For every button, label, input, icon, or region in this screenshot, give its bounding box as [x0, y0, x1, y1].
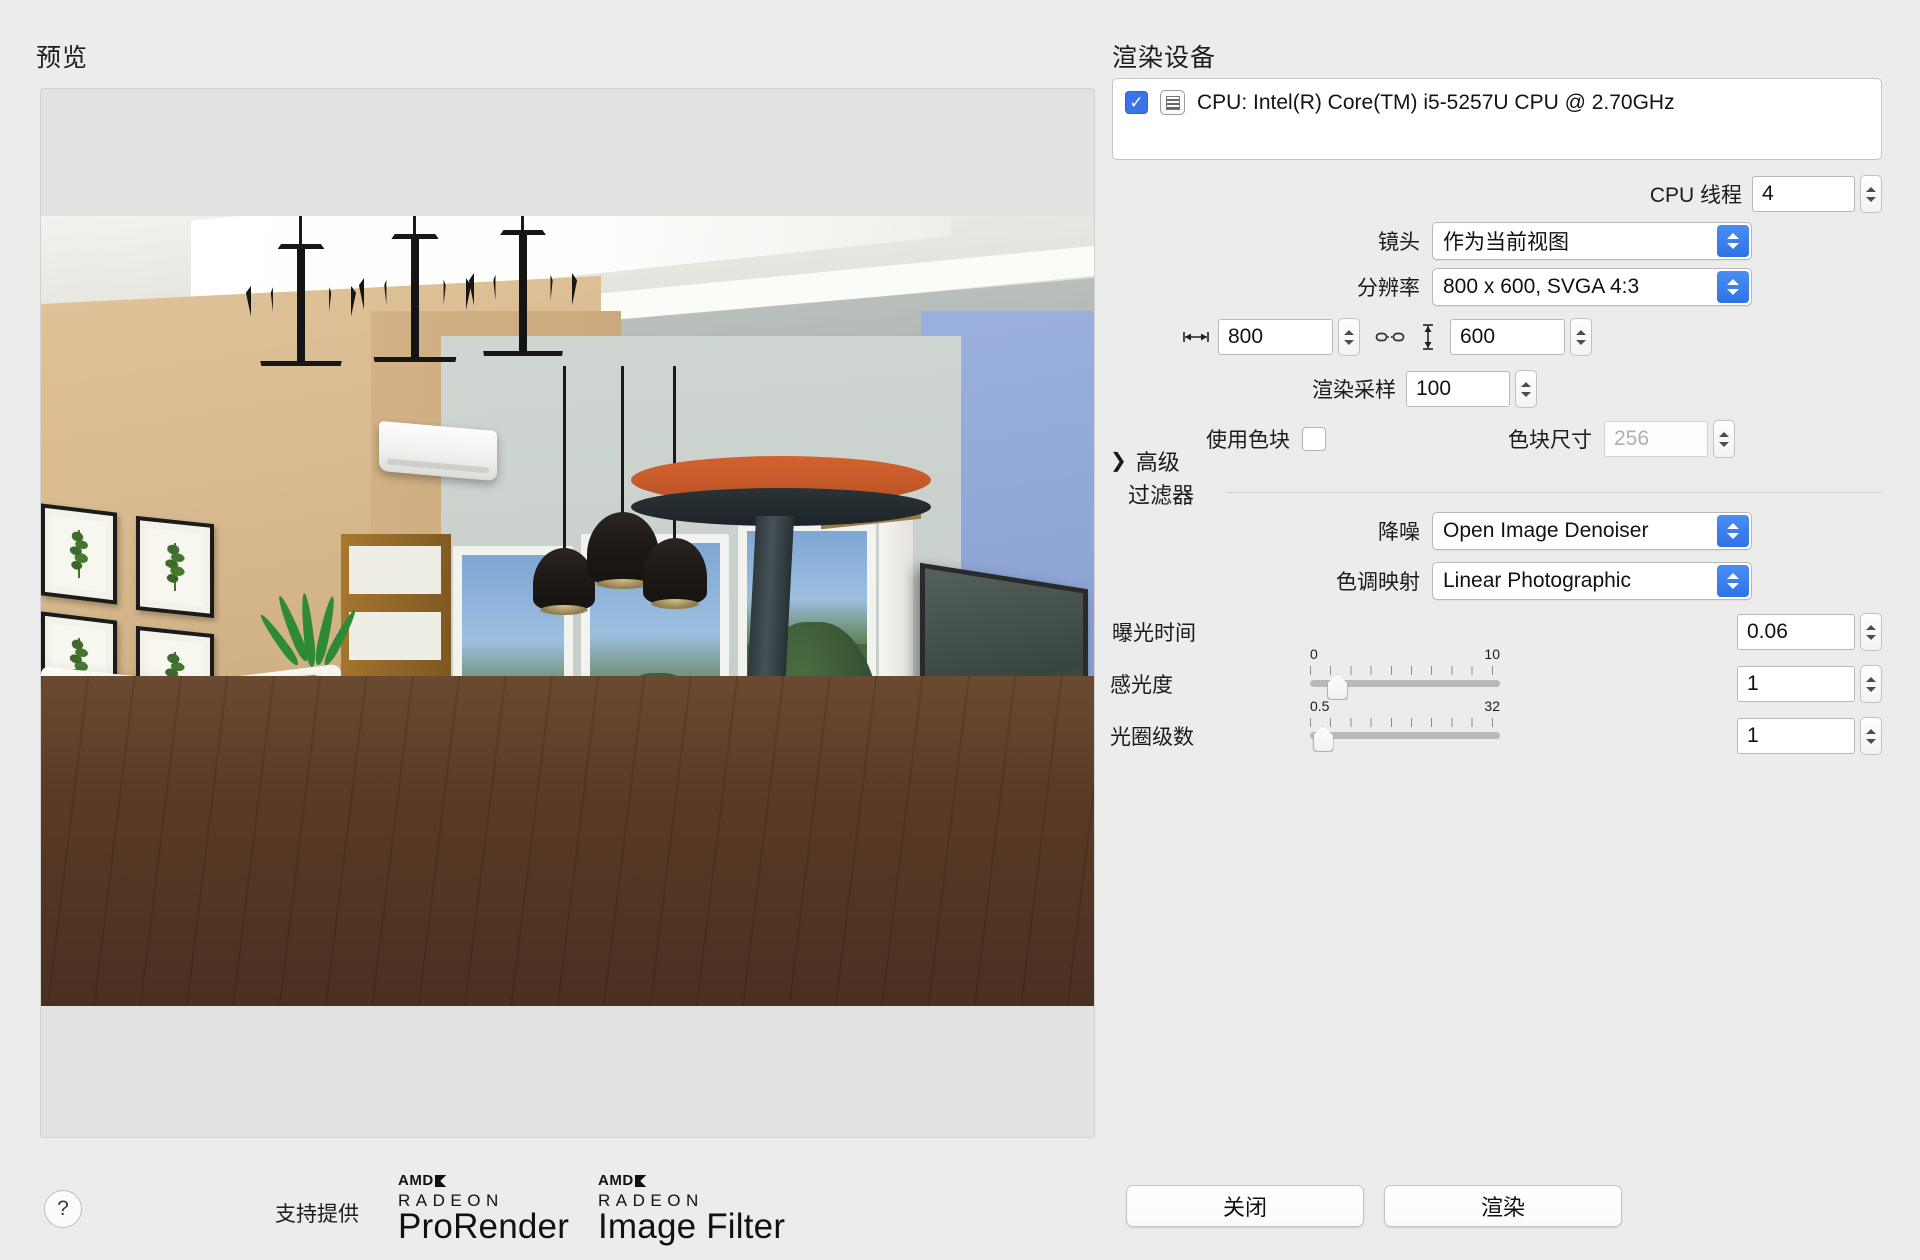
- fstop-slider-track[interactable]: [1310, 732, 1500, 739]
- width-stepper[interactable]: [1338, 318, 1360, 356]
- chevron-updown-icon[interactable]: [1717, 225, 1749, 257]
- samples-row: 渲染采样 100: [1110, 370, 1537, 408]
- amd-wordmark: AMD: [398, 1172, 434, 1189]
- exposure-stepper[interactable]: [1860, 613, 1882, 651]
- fstop-min-label: 0.5: [1310, 698, 1330, 714]
- close-button[interactable]: 关闭: [1126, 1185, 1364, 1227]
- tonemap-value: Linear Photographic: [1443, 569, 1631, 592]
- chevron-right-icon[interactable]: ❯: [1110, 451, 1127, 471]
- render-settings-window: 预览 渲染设备 ✓ CPU: Intel(R) Core(TM) i5-5257…: [0, 0, 1920, 1260]
- device-checkbox[interactable]: ✓: [1125, 91, 1148, 114]
- height-arrows-icon: [1412, 323, 1444, 351]
- samples-label: 渲染采样: [1312, 379, 1396, 402]
- scene-art-frame-2: [136, 515, 214, 619]
- dimensions-row: 800 600: [1180, 318, 1592, 356]
- fstop-max-label: 32: [1484, 698, 1500, 714]
- camera-select[interactable]: 作为当前视图: [1432, 222, 1752, 260]
- fstop-slider-ticks: [1310, 718, 1500, 727]
- prorender-logo: AMD RADEON ProRender: [398, 1172, 569, 1244]
- cpu-threads-stepper[interactable]: [1860, 175, 1882, 213]
- amd-wordmark: AMD: [598, 1172, 634, 1189]
- broken-link-icon[interactable]: [1374, 330, 1406, 344]
- cpu-chip-icon: [1160, 90, 1185, 115]
- fstop-stepper[interactable]: [1860, 717, 1882, 755]
- amd-arrow-icon: [634, 1174, 647, 1187]
- image-filter-wordmark: Image Filter: [598, 1207, 786, 1246]
- denoise-select[interactable]: Open Image Denoiser: [1432, 512, 1752, 550]
- iso-label: 感光度: [1110, 674, 1173, 697]
- denoise-label: 降噪: [1378, 521, 1420, 544]
- resolution-label: 分辨率: [1357, 277, 1420, 300]
- exposure-input[interactable]: 0.06: [1737, 614, 1855, 650]
- fstop-label: 光圈级数: [1110, 726, 1194, 749]
- camera-value: 作为当前视图: [1443, 231, 1569, 254]
- cpu-threads-input[interactable]: 4: [1752, 176, 1855, 212]
- iso-min-label: 0: [1310, 646, 1318, 662]
- tonemap-label: 色调映射: [1336, 571, 1420, 594]
- resolution-select[interactable]: 800 x 600, SVGA 4:3: [1432, 268, 1752, 306]
- preview-title: 预览: [36, 44, 89, 72]
- filters-section-label: 过滤器: [1128, 483, 1195, 508]
- samples-stepper[interactable]: [1515, 370, 1537, 408]
- scene-floor: [41, 676, 1094, 1006]
- camera-row: 镜头 作为当前视图: [1150, 222, 1882, 260]
- chevron-updown-icon[interactable]: [1717, 565, 1749, 597]
- fstop-input[interactable]: 1: [1737, 718, 1855, 754]
- chevron-updown-icon[interactable]: [1717, 515, 1749, 547]
- denoise-value: Open Image Denoiser: [1443, 519, 1649, 542]
- cpu-threads-label: CPU 线程: [1649, 184, 1742, 207]
- fstop-row: 光圈级数 0.5 32 1: [1110, 698, 1882, 755]
- scene-dome-cord-2: [621, 366, 624, 516]
- device-label: CPU: Intel(R) Core(TM) i5-5257U CPU @ 2.…: [1197, 90, 1675, 114]
- cpu-threads-row: CPU 线程 4: [1300, 175, 1882, 213]
- iso-slider-thumb[interactable]: [1326, 674, 1348, 700]
- scene-ac-unit: [379, 420, 497, 482]
- tonemap-row: 色调映射 Linear Photographic: [1150, 562, 1882, 600]
- width-input[interactable]: 800: [1218, 319, 1333, 355]
- samples-input[interactable]: 100: [1406, 371, 1510, 407]
- powered-by-label: 支持提供: [275, 1203, 359, 1226]
- denoise-row: 降噪 Open Image Denoiser: [1150, 512, 1882, 550]
- tile-size-stepper[interactable]: [1713, 420, 1735, 458]
- tiles-row: 使用色块 ✓ 色块尺寸 256: [1110, 420, 1735, 458]
- render-device-list: ✓ CPU: Intel(R) Core(TM) i5-5257U CPU @ …: [1112, 78, 1882, 160]
- tonemap-select[interactable]: Linear Photographic: [1432, 562, 1752, 600]
- tile-size-label: 色块尺寸: [1508, 429, 1592, 452]
- height-stepper[interactable]: [1570, 318, 1592, 356]
- settings-panel: 渲染设备 ✓ CPU: Intel(R) Core(TM) i5-5257U C…: [1110, 0, 1920, 1260]
- render-device-title: 渲染设备: [1112, 44, 1217, 72]
- tile-size-input[interactable]: 256: [1604, 421, 1708, 457]
- iso-slider[interactable]: 0 10: [1310, 646, 1500, 702]
- chevron-updown-icon[interactable]: [1717, 271, 1749, 303]
- device-row-cpu[interactable]: ✓ CPU: Intel(R) Core(TM) i5-5257U CPU @ …: [1125, 90, 1675, 115]
- fstop-slider-thumb[interactable]: [1312, 726, 1334, 752]
- advanced-label: 高级: [1135, 450, 1180, 475]
- camera-label: 镜头: [1378, 231, 1420, 254]
- rendered-scene-image: [41, 216, 1094, 1006]
- render-button[interactable]: 渲染: [1384, 1185, 1622, 1227]
- help-button[interactable]: ?: [44, 1190, 82, 1228]
- advanced-disclosure[interactable]: ❯ 高级: [1110, 445, 1180, 477]
- image-filter-logo: AMD RADEON Image Filter: [598, 1172, 785, 1244]
- iso-slider-ticks: [1310, 666, 1500, 675]
- amd-arrow-icon: [434, 1174, 447, 1187]
- fstop-slider[interactable]: 0.5 32: [1310, 698, 1500, 754]
- scene-art-frame-1: [41, 503, 117, 605]
- width-arrows-icon: [1180, 330, 1212, 344]
- height-input[interactable]: 600: [1450, 319, 1565, 355]
- exposure-label: 曝光时间: [1112, 622, 1196, 645]
- iso-stepper[interactable]: [1860, 665, 1882, 703]
- iso-input[interactable]: 1: [1737, 666, 1855, 702]
- scene-dome-cord-1: [563, 366, 566, 556]
- use-tiles-checkbox[interactable]: ✓: [1302, 427, 1326, 451]
- prorender-wordmark: ProRender: [398, 1207, 570, 1246]
- filters-divider: [1226, 492, 1882, 493]
- iso-max-label: 10: [1484, 646, 1500, 662]
- resolution-value: 800 x 600, SVGA 4:3: [1443, 275, 1640, 298]
- preview-panel: [40, 88, 1095, 1138]
- resolution-row: 分辨率 800 x 600, SVGA 4:3: [1150, 268, 1882, 306]
